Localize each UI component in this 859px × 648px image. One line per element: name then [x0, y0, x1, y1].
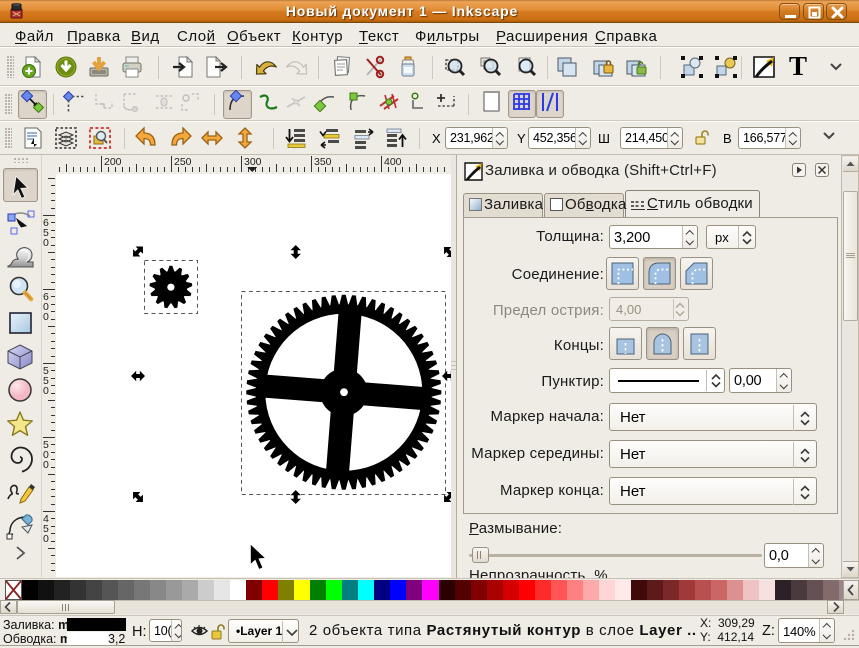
svg-text:T: T — [789, 53, 807, 79]
svg-text:300: 300 — [244, 156, 262, 168]
svg-text:0: 0 — [43, 311, 49, 323]
svg-text:0: 0 — [43, 459, 49, 471]
svg-text:200: 200 — [104, 156, 122, 168]
svg-text:0: 0 — [43, 533, 49, 545]
svg-text:350: 350 — [314, 156, 332, 168]
svg-text:400: 400 — [384, 156, 402, 168]
svg-text:250: 250 — [174, 156, 192, 168]
svg-text:0: 0 — [43, 385, 49, 397]
svg-text:0: 0 — [43, 237, 49, 249]
